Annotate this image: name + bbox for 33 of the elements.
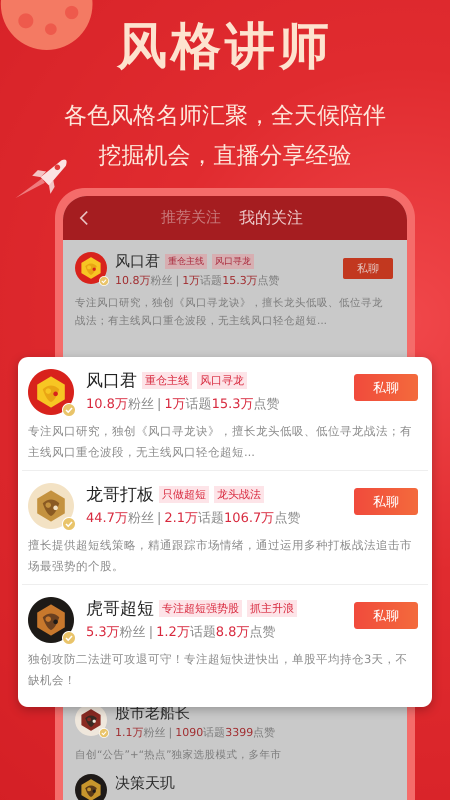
subtitle: 各色风格名师汇聚，全天候陪伴 [64,102,386,131]
tab[interactable]: 我的关注 [239,208,303,228]
teacher-description: 擅长提供超短线策略，精通跟踪市场情绪，通过运用多种打板战法追击市场最强势的个股。 [28,537,413,575]
stats-line: 10.8万粉丝 | 1万话题15.3万点赞 [86,396,281,413]
teacher-name: 龙哥打板 [86,484,154,506]
chat-button[interactable]: 私聊 [354,488,418,515]
teacher-description: 自创“公告”+“热点”独家选股模式，多年市 [75,748,283,763]
teacher-name: 虎哥超短 [86,598,154,620]
headline: 风格讲师 [117,16,333,77]
teacher-name: 风口君 [115,252,160,271]
teacher-name: 决策天玑 [115,774,175,793]
stats-line: 10.8万粉丝 | 1万话题15.3万点赞 [115,273,281,288]
teacher-name: 风口君 [86,370,137,392]
tag: 风口寻龙 [197,372,247,389]
chat-button[interactable]: 私聊 [343,258,393,279]
teacher-description: 专注风口研究，独创《风口寻龙诀》，擅长龙头低吸、低位寻龙战法；有主线风口重仓波段，无主线风口轻仓超短... [75,296,384,329]
teacher-description: 专注风口研究，独创《风口寻龙诀》，擅长龙头低吸、低位寻龙战法；有主线风口重仓波段，无主线风口轻仓超短... [28,423,413,461]
back-icon[interactable] [79,210,89,226]
chat-button[interactable]: 私聊 [354,374,418,401]
stats-line: 1.1万粉丝 | 1090话题3399点赞 [115,725,276,740]
tag: 风口寻龙 [212,254,254,269]
tag: 抓主升浪 [247,600,297,617]
stats-line: 44.7万粉丝 | 2.1万话题106.7万点赞 [86,510,302,527]
tag: 重仓主线 [142,372,192,389]
stats-line: 5.3万粉丝 | 1.2万话题8.8万点赞 [86,624,276,641]
tag: 只做超短 [159,486,209,503]
tag: 龙头战法 [214,486,264,503]
chat-button[interactable]: 私聊 [354,602,418,629]
teacher-description: 独创攻防二法进可攻退可守！专注超短快进快出，单股平均持仓3天，不缺机会！ [28,651,408,689]
tab[interactable]: 推荐关注 [161,208,221,228]
subtitle: 挖掘机会，直播分享经验 [98,142,352,171]
tag: 专注超短强势股 [159,600,242,617]
tag: 重仓主线 [165,254,207,269]
